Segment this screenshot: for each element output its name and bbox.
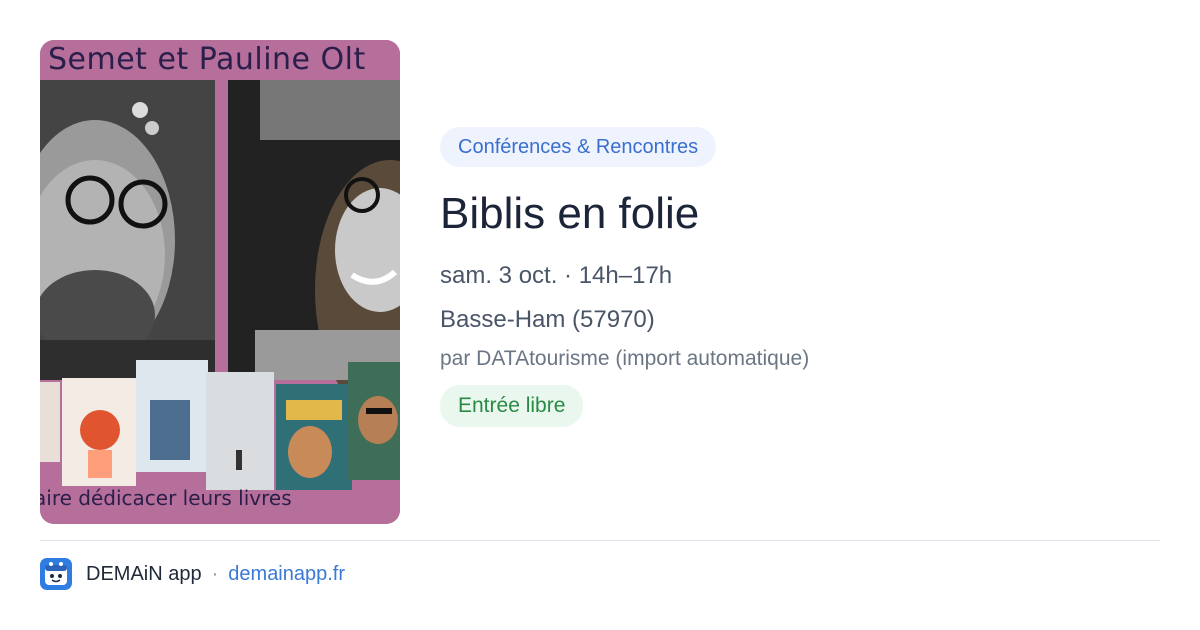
footer-divider — [40, 540, 1160, 541]
event-image: Semet et Pauline Olt aire dédicacer leur… — [40, 40, 400, 524]
image-caption-bottom: aire dédicacer leurs livres — [40, 486, 292, 510]
event-photo-collage — [40, 40, 400, 524]
footer-separator: · — [211, 562, 219, 585]
demain-app-icon — [40, 558, 72, 590]
app-name: DEMAiN app — [86, 562, 202, 585]
category-badge[interactable]: Conférences & Rencontres — [440, 127, 717, 167]
event-location: Basse-Ham (57970) — [440, 306, 655, 333]
footer: DEMAiN app · demainapp.fr — [40, 558, 345, 590]
image-caption-top: Semet et Pauline Olt — [48, 42, 366, 77]
price-badge: Entrée libre — [440, 385, 584, 427]
event-source: par DATAtourisme (import automatique) — [440, 347, 810, 370]
event-details: Conférences & Rencontres Biblis en folie… — [440, 127, 1140, 427]
site-link[interactable]: demainapp.fr — [228, 563, 345, 586]
event-datetime: sam. 3 oct. · 14h–17h — [440, 262, 673, 289]
event-title: Biblis en folie — [440, 189, 700, 238]
